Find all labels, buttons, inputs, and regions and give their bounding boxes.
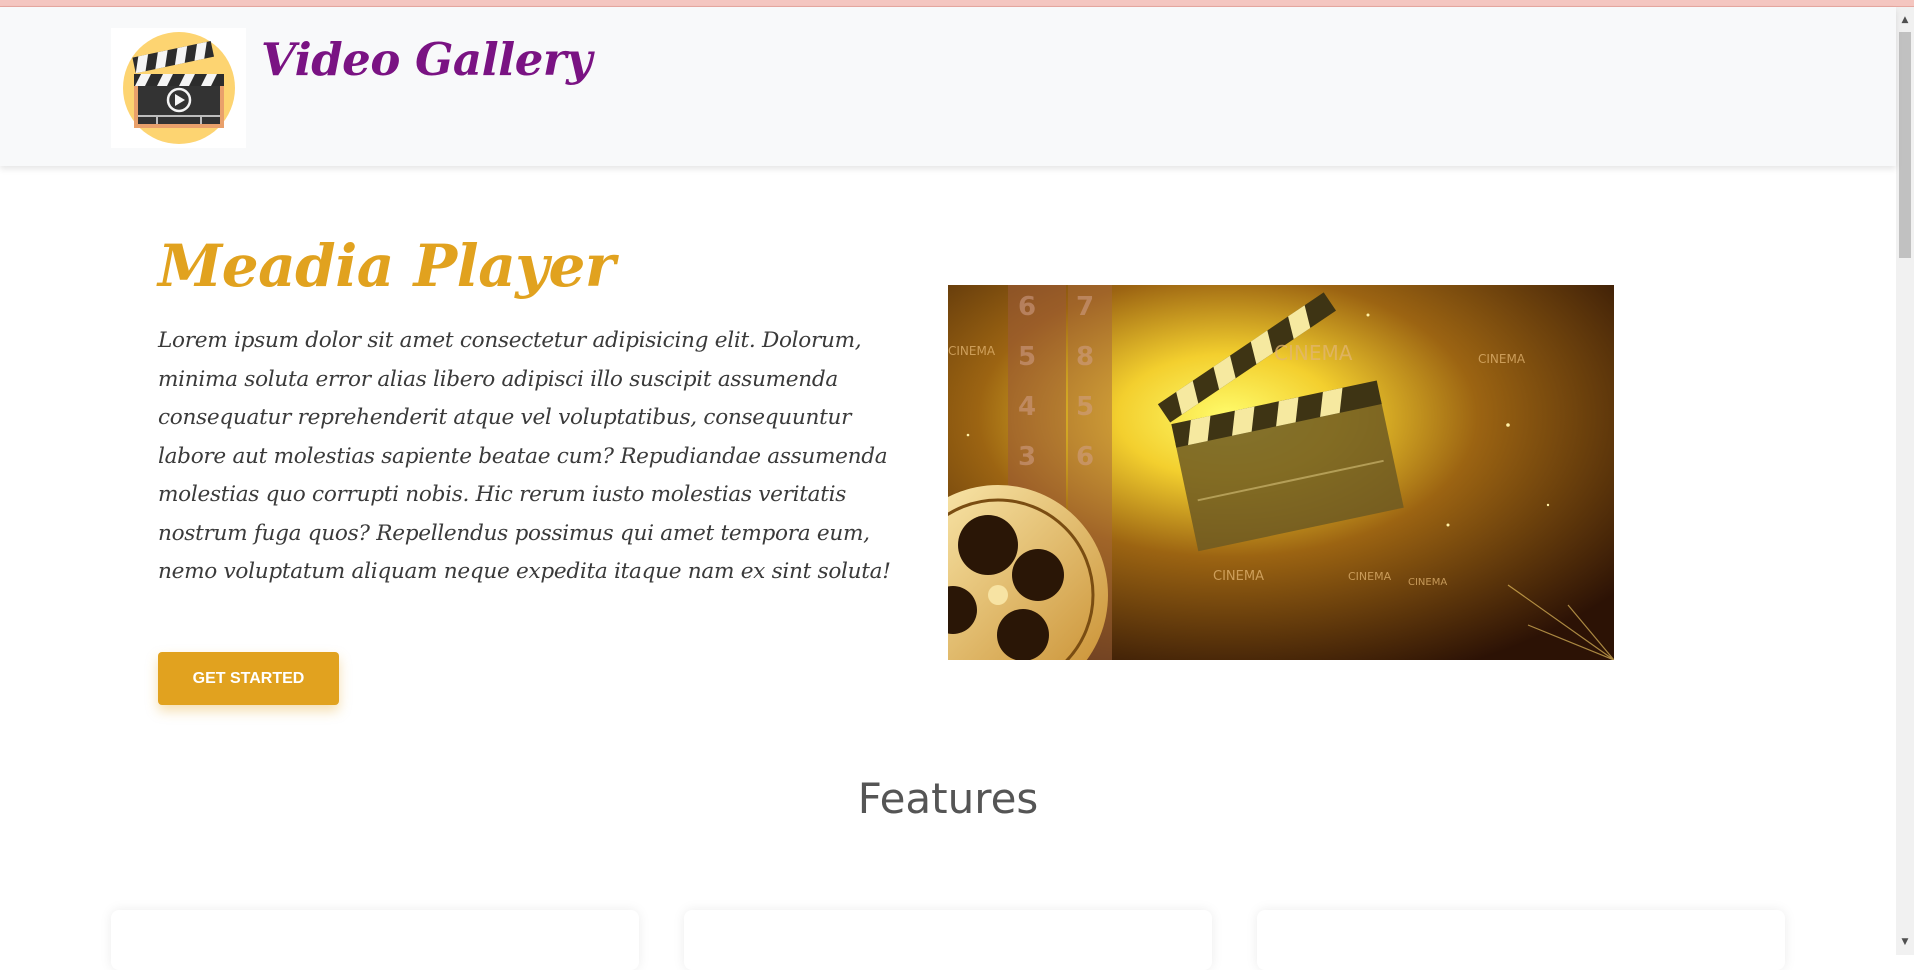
feature-card [684,910,1212,970]
hero-image: 6 5 4 3 7 8 5 6 CINEMA CINEMA CINEMA CIN… [948,285,1614,660]
navbar: Video Gallery [0,7,1896,166]
svg-text:4: 4 [1018,392,1036,422]
svg-text:6: 6 [1018,292,1036,322]
svg-text:5: 5 [1018,342,1036,372]
cinema-text: CINEMA [1478,352,1526,366]
svg-text:3: 3 [1018,442,1036,472]
scrollbar-thumb[interactable] [1899,32,1911,258]
feature-card [1257,910,1785,970]
clapperboard-play-icon [123,32,235,144]
features-title: Features [857,774,1039,823]
cinema-text: CINEMA [948,344,996,358]
cinema-text: CINEMA [1274,341,1353,365]
cinema-text: CINEMA [1348,570,1392,583]
cinema-text: CINEMA [1213,569,1264,584]
scrollbar[interactable]: ▲ ▼ [1896,7,1914,955]
logo[interactable] [111,28,246,148]
svg-text:6: 6 [1076,442,1094,472]
hero-description: Lorem ipsum dolor sit amet consectetur a… [158,328,891,584]
browser-top-strip [0,0,1914,7]
hero-title: Meadia Player [158,232,615,300]
svg-text:8: 8 [1076,342,1094,372]
feature-card [111,910,639,970]
svg-text:7: 7 [1076,292,1094,322]
scroll-up-arrow-icon[interactable]: ▲ [1896,11,1914,29]
cinema-text: CINEMA [1408,577,1447,588]
scroll-down-arrow-icon[interactable]: ▼ [1896,933,1914,951]
film-reel-clapperboard-icon: 6 5 4 3 7 8 5 6 CINEMA CINEMA CINEMA CIN… [948,285,1614,660]
svg-text:5: 5 [1076,392,1094,422]
get-started-button[interactable]: GET STARTED [158,652,339,705]
brand-title[interactable]: Video Gallery [261,33,592,86]
